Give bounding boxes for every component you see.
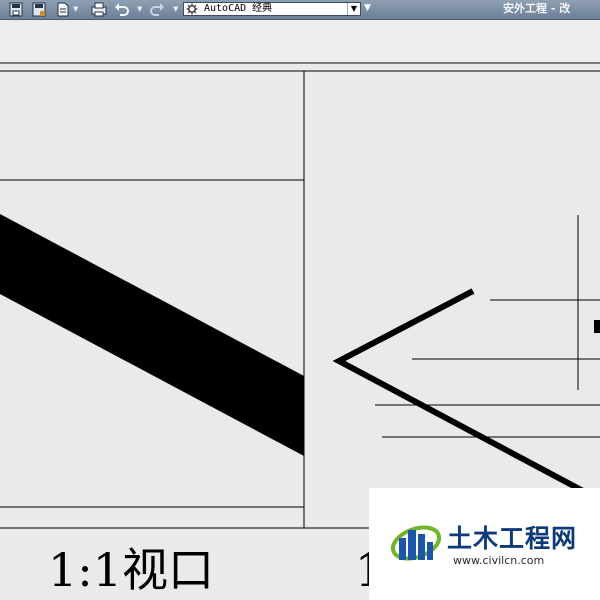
right-viewport[interactable] (332, 215, 600, 503)
watermark-name: 土木工程网 (447, 524, 578, 553)
thick-diagonal-band (0, 214, 304, 456)
viewport-caption-left: 1:1视口 (48, 543, 215, 597)
civilcn-logo-icon (390, 525, 441, 561)
watermark-url: www.civilcn.com (453, 554, 545, 567)
angle-polyline (332, 288, 600, 503)
watermark: 土木工程网 www.civilcn.com (369, 488, 600, 600)
dimension-text-fragment (594, 320, 600, 333)
